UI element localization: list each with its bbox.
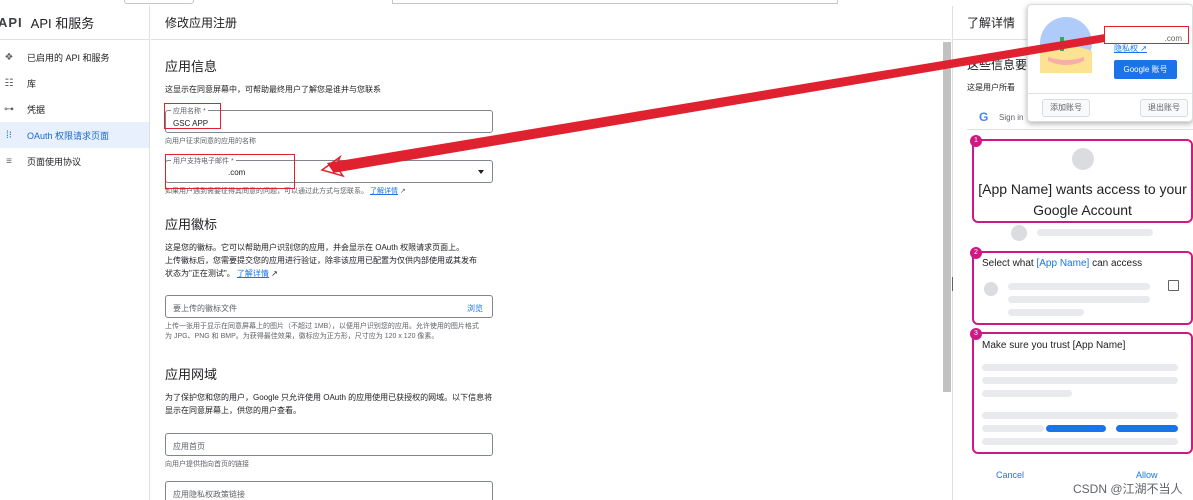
step-badge: 3 bbox=[970, 328, 982, 340]
allow-button-bar bbox=[1116, 425, 1178, 432]
learn-more-link[interactable]: 了解详情 bbox=[370, 188, 398, 195]
step-badge: 2 bbox=[970, 247, 982, 259]
logo-desc-1: 这是您的徽标。它可以帮助用户识别您的应用，并会显示在 OAuth 权限请求页面上… bbox=[165, 243, 465, 252]
app-info-desc: 这显示在同意屏幕中，可帮助最终用户了解您是谁并与您联系 bbox=[165, 85, 381, 94]
nav-list: ❖ 已启用的 API 和服务 ☷ 库 ⊶ 凭据 ⁞⁝ OAuth 权限请求页面 … bbox=[0, 40, 149, 174]
privacy-link-text: 隐私权 bbox=[1114, 44, 1138, 53]
placeholder-bar bbox=[982, 364, 1178, 371]
placeholder-bar bbox=[982, 390, 1072, 397]
oauth-consent-icon: ⁞⁝ bbox=[6, 129, 12, 141]
account-popup: .com 隐私权 ↗ Google 账号 添加账号 退出账号 bbox=[1027, 4, 1193, 122]
nav-header: API API 和服务 bbox=[0, 6, 149, 40]
app-info-title: 应用信息 bbox=[165, 59, 218, 74]
left-nav: API API 和服务 ❖ 已启用的 API 和服务 ☷ 库 ⊶ 凭据 ⁞⁝ O… bbox=[0, 6, 150, 500]
google-account-button[interactable]: Google 账号 bbox=[1114, 60, 1177, 79]
preview-card-3: 3 Make sure you trust [App Name] bbox=[970, 328, 1193, 454]
step-badge: 1 bbox=[970, 135, 982, 147]
logo-upload-help: 上传一张用于显示在同意屏幕上的图片（不超过 1MB），以便用户识别您的应用。允许… bbox=[165, 323, 479, 340]
card3-text: Make sure you trust [App Name] bbox=[982, 340, 1126, 351]
logo-desc-2: 上传徽标后，您需要提交您的应用进行验证，除非该应用已配置为仅供内部使用或其发布 bbox=[165, 256, 477, 265]
placeholder-bar bbox=[1008, 283, 1150, 290]
google-g-icon: G bbox=[979, 110, 989, 124]
placeholder-bar bbox=[1037, 229, 1153, 236]
preview-allow: Allow bbox=[1136, 470, 1158, 480]
logo-desc-3-text: 状态为"正在测试"。 bbox=[165, 269, 235, 278]
nav-item-oauth-consent[interactable]: ⁞⁝ OAuth 权限请求页面 bbox=[0, 122, 149, 148]
scrollbar[interactable] bbox=[943, 42, 951, 392]
external-link-icon: ↗ bbox=[1138, 44, 1147, 53]
preview-card-1: 1 [App Name] wants access to your Google… bbox=[970, 135, 1193, 223]
nav-item-enabled-apis[interactable]: ❖ 已启用的 API 和服务 bbox=[0, 44, 149, 70]
logo-section-title: 应用徽标 bbox=[165, 217, 218, 232]
logo-upload-field[interactable]: 要上传的徽标文件 浏览 bbox=[165, 295, 493, 318]
nav-item-page-usage[interactable]: ≡ 页面使用协议 bbox=[0, 148, 149, 174]
card2-text-pre: Select what bbox=[982, 258, 1037, 269]
card2-text-post: can access bbox=[1089, 258, 1143, 269]
top-control[interactable] bbox=[124, 0, 194, 4]
screen: API API 和服务 ❖ 已启用的 API 和服务 ☷ 库 ⊶ 凭据 ⁞⁝ O… bbox=[0, 0, 1193, 500]
page-title: 修改应用注册 bbox=[151, 6, 951, 40]
divider bbox=[1028, 93, 1193, 94]
top-search-bar[interactable] bbox=[392, 0, 838, 4]
page-usage-icon: ≡ bbox=[6, 155, 12, 167]
nav-title: API 和服务 bbox=[30, 16, 95, 31]
privacy-policy-input[interactable]: 应用隐私权政策链接 bbox=[165, 481, 493, 500]
annotation-box-support-email bbox=[165, 154, 295, 189]
placeholder-bar bbox=[982, 425, 1044, 432]
logo-learn-more-link[interactable]: 了解详情 bbox=[237, 269, 269, 278]
api-logo: API bbox=[0, 15, 23, 30]
privacy-link[interactable]: 隐私权 ↗ bbox=[1114, 43, 1147, 54]
placeholder-bar bbox=[982, 412, 1178, 419]
placeholder-bar bbox=[1008, 296, 1150, 303]
support-email-help-text: 如果用户遇到需要征得其同意的问题，可以通过此方式与您联系。 bbox=[165, 188, 368, 195]
panel-resize-handle[interactable] bbox=[952, 277, 954, 291]
annotation-box-account-email bbox=[1104, 26, 1189, 44]
cancel-button-bar bbox=[1046, 425, 1106, 432]
signin-text: Sign in bbox=[999, 113, 1024, 122]
app-name-help: 向用户征求同意的应用的名称 bbox=[165, 138, 256, 145]
placeholder-bar bbox=[982, 377, 1178, 384]
avatar bbox=[1072, 148, 1094, 170]
external-link-icon: ↗ bbox=[268, 269, 278, 278]
right-panel-subtitle: 这些信息要 bbox=[967, 58, 1028, 72]
nav-item-label: 库 bbox=[27, 78, 37, 89]
card2-text: Select what [App Name] can access bbox=[982, 258, 1142, 269]
credentials-icon: ⊶ bbox=[4, 103, 14, 115]
enabled-apis-icon: ❖ bbox=[4, 51, 14, 63]
domain-desc: 为了保护您和您的用户，Google 只允许使用 OAuth 的应用使用已获授权的… bbox=[165, 393, 493, 415]
nav-item-label: 凭据 bbox=[27, 104, 46, 115]
sign-out-button[interactable]: 退出账号 bbox=[1140, 99, 1188, 117]
nav-item-label: 页面使用协议 bbox=[27, 156, 82, 167]
right-panel-subline: 这是用户所看 bbox=[967, 83, 1015, 92]
watermark: CSDN @江湖不当人 bbox=[1073, 482, 1183, 496]
account-avatar-placeholder bbox=[1011, 225, 1027, 241]
library-icon: ☷ bbox=[4, 77, 14, 89]
homepage-placeholder: 应用首页 bbox=[173, 442, 205, 451]
chevron-down-icon bbox=[478, 170, 484, 174]
card1-text: [App Name] wants access to your Google A… bbox=[978, 181, 1187, 218]
homepage-help: 向用户提供指向首页的链接 bbox=[165, 461, 249, 468]
nav-item-credentials[interactable]: ⊶ 凭据 bbox=[0, 96, 149, 122]
checkbox-icon bbox=[1168, 280, 1179, 291]
nav-item-label: 已启用的 API 和服务 bbox=[27, 52, 110, 63]
placeholder-bar bbox=[982, 438, 1178, 445]
browse-button[interactable]: 浏览 bbox=[467, 303, 483, 314]
annotation-box-app-name bbox=[164, 103, 221, 129]
scope-icon bbox=[984, 282, 998, 296]
card2-app-name: [App Name] bbox=[1036, 258, 1090, 269]
nav-item-library[interactable]: ☷ 库 bbox=[0, 70, 149, 96]
logo-upload-placeholder: 要上传的徽标文件 bbox=[173, 304, 237, 313]
account-illustration bbox=[1040, 17, 1092, 73]
nav-item-label: OAuth 权限请求页面 bbox=[27, 130, 110, 141]
external-link-icon: ↗ bbox=[397, 188, 406, 195]
homepage-input[interactable]: 应用首页 bbox=[165, 433, 493, 456]
preview-cancel: Cancel bbox=[996, 470, 1025, 480]
privacy-policy-placeholder: 应用隐私权政策链接 bbox=[173, 490, 245, 499]
main-content: 修改应用注册 应用信息 这显示在同意屏幕中，可帮助最终用户了解您是谁并与您联系 … bbox=[151, 6, 951, 500]
placeholder-bar bbox=[1008, 309, 1084, 316]
domain-section-title: 应用网域 bbox=[165, 367, 218, 382]
preview-card-2: 2 Select what [App Name] can access bbox=[970, 247, 1193, 325]
add-account-button[interactable]: 添加账号 bbox=[1042, 99, 1090, 117]
logo-desc-3: 状态为"正在测试"。 了解详情 ↗ bbox=[165, 267, 495, 280]
